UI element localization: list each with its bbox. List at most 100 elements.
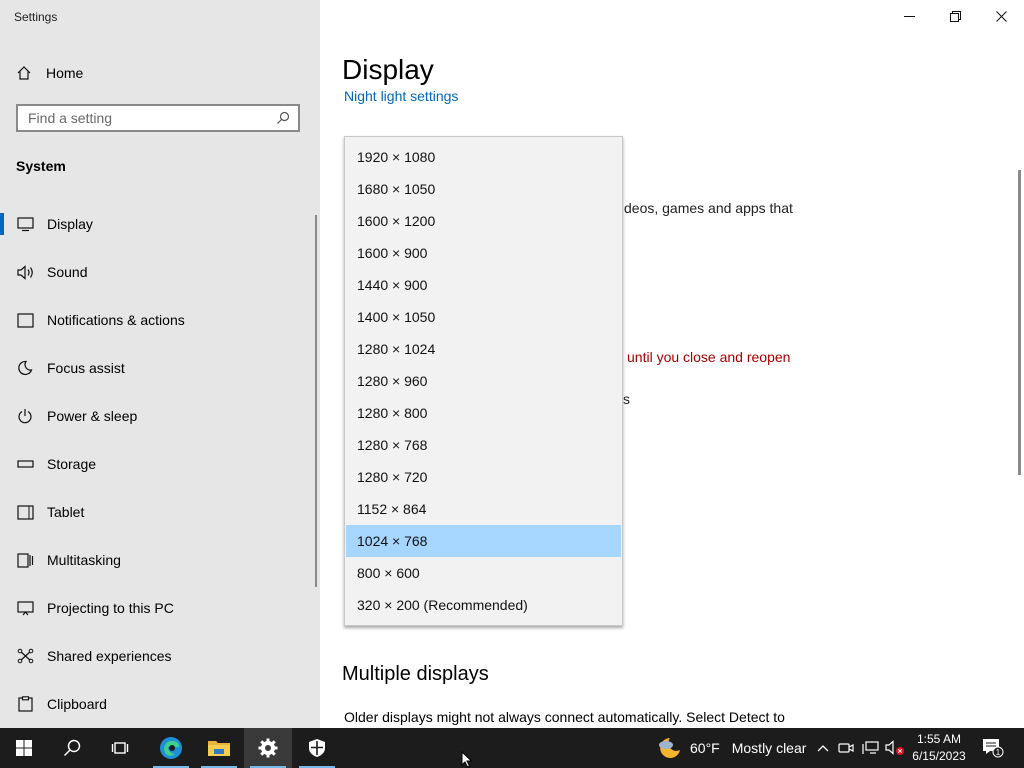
volume-button[interactable] (884, 728, 906, 768)
resolution-option[interactable]: 1600 × 900 (346, 237, 621, 269)
resolution-option-selected[interactable]: 1024 × 768 (346, 525, 621, 557)
shield-icon (309, 739, 325, 757)
multiple-displays-heading: Multiple displays (342, 663, 489, 685)
sidebar-nav: Display Sound Notifications & actions Fo… (0, 200, 318, 728)
weather-widget[interactable]: 60°F Mostly clear (656, 728, 806, 768)
main-scrollbar[interactable] (1018, 170, 1021, 475)
sidebar-item-label: Clipboard (47, 696, 107, 712)
close-icon (995, 10, 1007, 22)
multiple-displays-text: Older displays might not always connect … (344, 709, 785, 725)
resolution-option[interactable]: 1280 × 960 (346, 365, 621, 397)
shared-experiences-icon (16, 647, 34, 665)
resolution-dropdown-list: 1920 × 1080 1680 × 1050 1600 × 1200 1600 × … (344, 136, 623, 626)
sidebar-item-label: Notifications & actions (47, 312, 185, 328)
network-button[interactable] (860, 728, 882, 768)
resolution-option[interactable]: 320 × 200 (Recommended) (346, 589, 621, 621)
sidebar-item-power-sleep[interactable]: Power & sleep (0, 392, 318, 440)
gear-icon (258, 738, 278, 758)
resolution-option[interactable]: 1440 × 900 (346, 269, 621, 301)
search-placeholder: Find a setting (28, 110, 113, 126)
app-title: Settings (14, 10, 58, 24)
multitasking-icon (16, 551, 34, 569)
task-view-button[interactable] (96, 728, 144, 768)
clipboard-icon (16, 695, 34, 713)
sidebar-item-tablet[interactable]: Tablet (0, 488, 318, 536)
edge-browser-button[interactable] (147, 728, 195, 768)
sidebar-item-focus-assist[interactable]: Focus assist (0, 344, 318, 392)
close-button[interactable] (978, 0, 1024, 32)
moon-icon (16, 359, 34, 377)
restore-icon (949, 10, 961, 22)
camera-icon (838, 743, 854, 753)
home-icon (17, 66, 31, 80)
resolution-option[interactable]: 800 × 600 (346, 557, 621, 589)
sidebar-item-multitasking[interactable]: Multitasking (0, 536, 318, 584)
resolution-option[interactable]: 1152 × 864 (346, 493, 621, 525)
folder-icon (208, 741, 230, 756)
notification-icon (16, 311, 34, 329)
notification-icon: 1 (983, 739, 1004, 758)
search-input[interactable]: Find a setting (16, 104, 300, 132)
sidebar-item-label: Sound (47, 264, 88, 280)
resolution-option[interactable]: 1280 × 800 (346, 397, 621, 429)
network-icon (862, 741, 879, 754)
page-title: Display (342, 54, 434, 85)
file-explorer-button[interactable] (195, 728, 243, 768)
resolution-option[interactable]: 1280 × 1024 (346, 333, 621, 365)
search-icon (63, 739, 81, 757)
mouse-cursor-icon (461, 751, 473, 768)
sidebar-scrollbar[interactable] (315, 215, 317, 587)
speaker-icon (16, 263, 34, 281)
sidebar-item-shared-experiences[interactable]: Shared experiences (0, 632, 318, 680)
home-nav-item[interactable]: Home (16, 60, 306, 86)
taskbar-clock[interactable]: 1:55 AM 6/15/2023 (906, 731, 972, 765)
section-label-system: System (16, 158, 66, 174)
sidebar-item-label: Display (47, 216, 93, 232)
start-button[interactable] (0, 728, 48, 768)
sidebar-item-label: Focus assist (47, 360, 125, 376)
meet-now-button[interactable] (837, 728, 855, 768)
show-hidden-icons-button[interactable] (813, 728, 833, 768)
night-light-settings-link[interactable]: Night light settings (344, 88, 458, 104)
home-label: Home (46, 65, 84, 81)
resolution-option[interactable]: 1680 × 1050 (346, 173, 621, 205)
sidebar-item-label: Shared experiences (47, 648, 172, 664)
notification-count: 1 (996, 748, 1001, 757)
settings-taskbar-button[interactable] (244, 728, 292, 768)
resolution-option[interactable]: 1280 × 720 (346, 461, 621, 493)
sidebar-item-label: Multitasking (47, 552, 121, 568)
resolution-option[interactable]: 1280 × 768 (346, 429, 621, 461)
minimize-icon (903, 15, 915, 17)
moon-cloud-icon (659, 738, 680, 758)
minimize-button[interactable] (886, 0, 932, 32)
sidebar-item-display[interactable]: Display (0, 200, 318, 248)
sidebar-item-storage[interactable]: Storage (0, 440, 318, 488)
sidebar-item-projecting[interactable]: Projecting to this PC (0, 584, 318, 632)
resolution-option[interactable]: 1920 × 1080 (346, 141, 621, 173)
sidebar-item-label: Power & sleep (47, 408, 138, 424)
restore-button[interactable] (932, 0, 978, 32)
monitor-icon (16, 215, 34, 233)
search-icon (277, 111, 290, 124)
speaker-muted-icon (885, 740, 904, 755)
tablet-icon (16, 503, 34, 521)
warning-text: until you close and reopen (627, 349, 791, 365)
sidebar-item-clipboard[interactable]: Clipboard (0, 680, 318, 728)
task-view-icon (111, 742, 129, 754)
action-center-button[interactable]: 1 (980, 728, 1006, 768)
clock-date: 6/15/2023 (912, 749, 966, 763)
resolution-option[interactable]: 1600 × 1200 (346, 205, 621, 237)
storage-icon (16, 455, 34, 473)
sidebar-item-label: Tablet (47, 504, 85, 520)
chevron-up-icon (817, 745, 829, 752)
sidebar-item-notifications[interactable]: Notifications & actions (0, 296, 318, 344)
sidebar-item-sound[interactable]: Sound (0, 248, 318, 296)
settings-sidebar: Settings Home Find a setting System Disp… (0, 0, 320, 728)
search-button[interactable] (48, 728, 96, 768)
resolution-option[interactable]: 1400 × 1050 (346, 301, 621, 333)
windows-security-button[interactable] (293, 728, 341, 768)
projecting-icon (16, 599, 34, 617)
window-controls (886, 0, 1024, 32)
weather-temperature: 60°F (690, 740, 720, 756)
power-icon (16, 407, 34, 425)
